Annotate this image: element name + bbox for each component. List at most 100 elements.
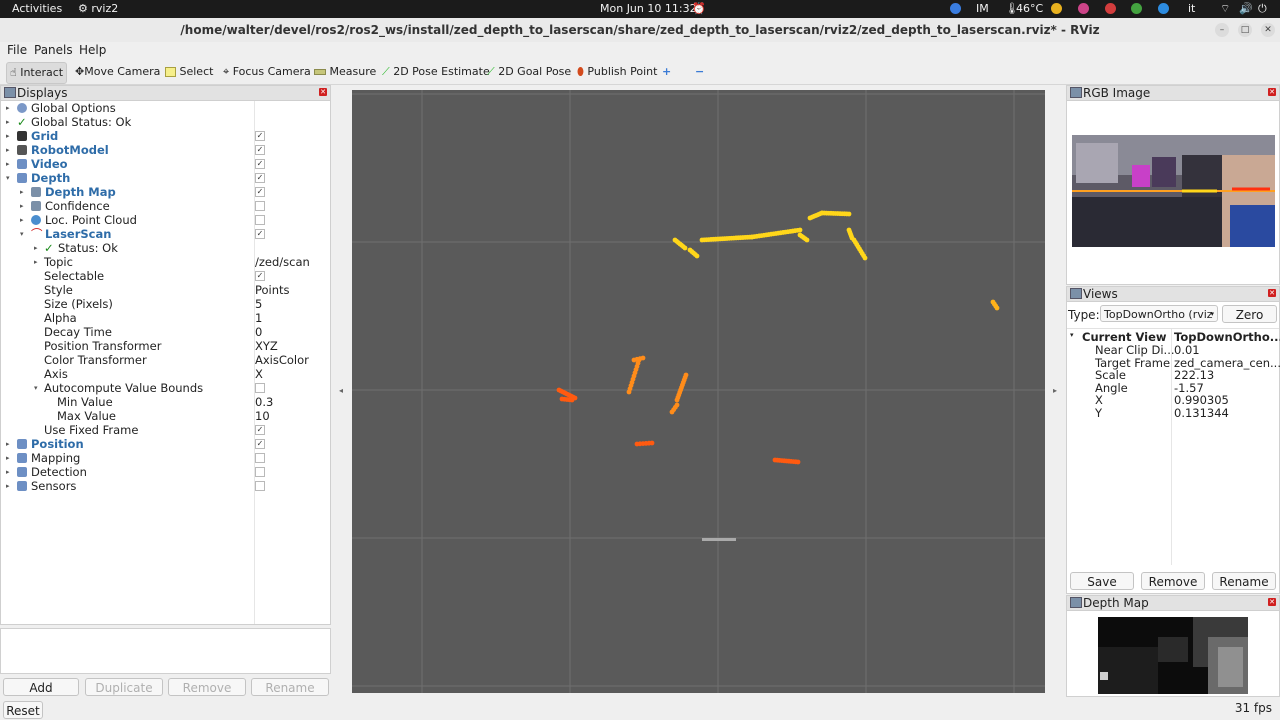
display-row-mapping[interactable]: ▸ Mapping (1, 451, 330, 465)
duplicate-display-button[interactable]: Duplicate (85, 678, 163, 696)
tool-focus-camera[interactable]: ⌖ Focus Camera (220, 62, 314, 82)
expand-arrow-icon[interactable]: ▸ (20, 199, 24, 213)
display-row-max-value[interactable]: Max Value 10 (1, 409, 330, 423)
display-value[interactable]: AxisColor (255, 353, 309, 367)
display-row-axis[interactable]: Axis X (1, 367, 330, 381)
remove-display-button[interactable]: Remove (168, 678, 246, 696)
display-row-depth[interactable]: ▾ Depth ✓ (1, 171, 330, 185)
menu-panels[interactable]: Panels (34, 43, 73, 57)
enable-checkbox[interactable]: ✓ (255, 271, 265, 281)
display-value[interactable]: Points (255, 283, 290, 297)
tool-2d-pose-estimate[interactable]: ⟋ 2D Pose Estimate (379, 62, 493, 82)
close-icon[interactable]: ✕ (1268, 289, 1276, 297)
enable-checkbox[interactable] (255, 467, 265, 477)
enable-checkbox[interactable]: ✓ (255, 173, 265, 183)
enable-checkbox[interactable]: ✓ (255, 187, 265, 197)
tool-publish-point[interactable]: ⬮ Publish Point (574, 62, 660, 82)
expand-arrow-icon[interactable]: ▸ (6, 115, 10, 129)
display-row-depth-map[interactable]: ▸ Depth Map ✓ (1, 185, 330, 199)
zero-button[interactable]: Zero (1222, 305, 1277, 323)
left-collapse-icon[interactable]: ◂ (339, 386, 343, 395)
display-row-laserscan[interactable]: ▾ ⌒ LaserScan ✓ (1, 227, 330, 241)
language-indicator[interactable]: it (1188, 2, 1195, 15)
power-icon[interactable]: ⏻ (1258, 2, 1267, 16)
right-collapse-icon[interactable]: ▸ (1053, 386, 1057, 395)
close-icon[interactable]: ✕ (1268, 598, 1276, 606)
display-row-position[interactable]: ▸ Position ✓ (1, 437, 330, 451)
display-value[interactable]: XYZ (255, 339, 278, 353)
add-tool-plus-icon[interactable]: + (659, 62, 674, 82)
display-row-color-transformer[interactable]: Color Transformer AxisColor (1, 353, 330, 367)
display-row-autocompute-value-bounds[interactable]: ▾ Autocompute Value Bounds (1, 381, 330, 395)
display-row-min-value[interactable]: Min Value 0.3 (1, 395, 330, 409)
expand-arrow-icon[interactable]: ▸ (6, 157, 10, 171)
display-row-laserscan-status[interactable]: ▸ ✓ Status: Ok (1, 241, 330, 255)
collapse-arrow-icon[interactable]: ▾ (20, 227, 24, 241)
menu-help[interactable]: Help (79, 43, 106, 57)
view-prop-value[interactable]: 0.131344 (1174, 406, 1229, 420)
expand-arrow-icon[interactable]: ▸ (6, 101, 10, 115)
expand-arrow-icon[interactable]: ▸ (34, 241, 38, 255)
close-icon[interactable]: ✕ (1268, 88, 1276, 96)
expand-arrow-icon[interactable]: ▸ (34, 255, 38, 269)
display-value[interactable]: 10 (255, 409, 270, 423)
enable-checkbox[interactable]: ✓ (255, 229, 265, 239)
save-view-button[interactable]: Save (1070, 572, 1134, 590)
display-row-decay-time[interactable]: Decay Time 0 (1, 325, 330, 339)
expand-arrow-icon[interactable]: ▸ (6, 143, 10, 157)
slack-icon[interactable] (1078, 3, 1089, 14)
display-row-sensors[interactable]: ▸ Sensors (1, 479, 330, 493)
expand-arrow-icon[interactable]: ▸ (6, 437, 10, 451)
tray-app-icon[interactable] (950, 3, 961, 14)
expand-arrow-icon[interactable]: ▸ (6, 451, 10, 465)
display-row-use-fixed-frame[interactable]: Use Fixed Frame ✓ (1, 423, 330, 437)
clock[interactable]: Mon Jun 10 11:32 (600, 2, 697, 15)
close-window-icon[interactable]: ✕ (1261, 23, 1275, 37)
display-row-detection[interactable]: ▸ Detection (1, 465, 330, 479)
display-row-size-pixels[interactable]: Size (Pixels) 5 (1, 297, 330, 311)
display-row-video[interactable]: ▸ Video ✓ (1, 157, 330, 171)
expand-arrow-icon[interactable]: ▸ (6, 479, 10, 493)
add-display-button[interactable]: Add (3, 678, 79, 696)
enable-checkbox[interactable]: ✓ (255, 145, 265, 155)
expand-arrow-icon[interactable]: ▸ (20, 213, 24, 227)
remove-tool-minus-icon[interactable]: − (692, 62, 707, 82)
tray-red-icon[interactable] (1105, 3, 1116, 14)
enable-checkbox[interactable] (255, 453, 265, 463)
display-value[interactable]: 1 (255, 311, 262, 325)
expand-arrow-icon[interactable]: ▸ (6, 465, 10, 479)
expand-arrow-icon[interactable]: ▸ (20, 185, 24, 199)
minimize-icon[interactable]: – (1215, 23, 1229, 37)
tray-blue-icon[interactable] (1158, 3, 1169, 14)
maximize-icon[interactable]: □ (1238, 23, 1252, 37)
display-row-style[interactable]: Style Points (1, 283, 330, 297)
tool-2d-goal-pose[interactable]: ⟋ 2D Goal Pose (484, 62, 574, 82)
display-row-topic[interactable]: ▸ Topic/zed/scan (1, 255, 330, 269)
display-value[interactable]: 0 (255, 325, 262, 339)
rename-view-button[interactable]: Rename (1212, 572, 1276, 590)
tool-interact[interactable]: ☝ Interact (6, 62, 68, 84)
render-viewport[interactable] (352, 90, 1045, 693)
rename-display-button[interactable]: Rename (251, 678, 329, 696)
display-row-position-transformer[interactable]: Position Transformer XYZ (1, 339, 330, 353)
tray-green-icon[interactable] (1131, 3, 1142, 14)
display-row-selectable[interactable]: Selectable ✓ (1, 269, 330, 283)
tool-select[interactable]: Select (162, 62, 216, 82)
display-row-loc-point-cloud[interactable]: ▸ Loc. Point Cloud (1, 213, 330, 227)
enable-checkbox[interactable] (255, 215, 265, 225)
display-value[interactable]: 5 (255, 297, 262, 311)
app-indicator[interactable]: ⚙ rviz2 (78, 2, 118, 15)
enable-checkbox[interactable] (255, 201, 265, 211)
enable-checkbox[interactable]: ✓ (255, 131, 265, 141)
display-row-robot-model[interactable]: ▸ RobotModel ✓ (1, 143, 330, 157)
view-type-select[interactable]: TopDownOrtho (rviz ▾ (1100, 305, 1218, 322)
display-row-confidence[interactable]: ▸ Confidence (1, 199, 330, 213)
display-row-global-status[interactable]: ▸ ✓ Global Status: Ok (1, 115, 330, 129)
display-value[interactable]: 0.3 (255, 395, 273, 409)
display-row-grid[interactable]: ▸ Grid ✓ (1, 129, 330, 143)
enable-checkbox[interactable] (255, 383, 265, 393)
display-row-alpha[interactable]: Alpha 1 (1, 311, 330, 325)
enable-checkbox[interactable]: ✓ (255, 425, 265, 435)
display-value[interactable]: X (255, 367, 263, 381)
expand-arrow-icon[interactable]: ▸ (6, 129, 10, 143)
